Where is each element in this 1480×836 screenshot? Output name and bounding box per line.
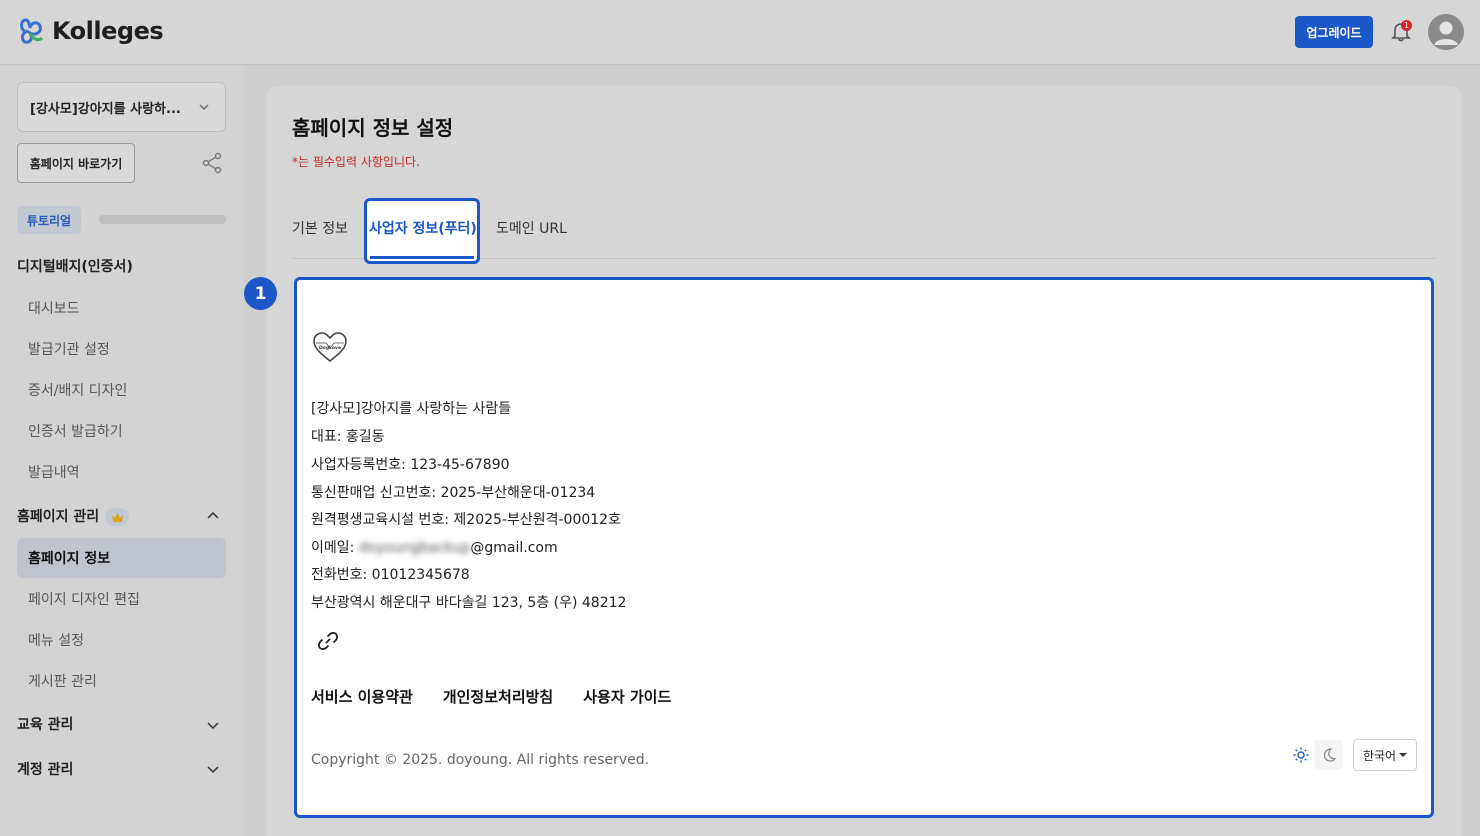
terms-link[interactable]: 서비스 이용약관 [311, 686, 413, 707]
organization-name: [강사모]강아지를 사랑하... [30, 101, 181, 117]
ecommerce-number: 통신판매업 신고번호: 2025-부산해운대-01234 [311, 485, 596, 501]
privacy-policy-link[interactable]: 개인정보처리방침 [443, 686, 553, 707]
copyright: Copyright © 2025. doyoung. All rights re… [311, 752, 650, 768]
tab-domain-url[interactable]: 도메인 URL [496, 218, 567, 238]
section-education-management[interactable]: 교육 관리 [17, 714, 73, 734]
homepage-link-button[interactable]: 홈페이지 바로가기 [17, 143, 135, 183]
share-icon[interactable] [201, 152, 223, 174]
crown-icon [111, 512, 123, 522]
sidebar-item-certificate-design[interactable]: 증서/배지 디자인 [28, 380, 127, 400]
doglove-logo-icon: DogLove [313, 332, 347, 363]
business-number: 사업자등록번호: 123-45-67890 [311, 457, 510, 473]
user-avatar-icon [1428, 14, 1464, 50]
required-note: *는 필수입력 사항입니다. [292, 155, 420, 169]
dark-mode-button[interactable] [1315, 740, 1343, 770]
caret-down-icon [1399, 753, 1408, 757]
sidebar-item-board-management[interactable]: 게시판 관리 [28, 671, 97, 691]
chevron-down-icon[interactable] [205, 761, 221, 777]
user-guide-link[interactable]: 사용자 가이드 [583, 686, 671, 707]
brand-name: Kolleges [52, 17, 164, 45]
sidebar: [강사모]강아지를 사랑하... 홈페이지 바로가기 튜토리얼 디지털배지(인증… [0, 66, 244, 836]
tutorial-progress-bar [99, 215, 226, 224]
sidebar-item-issue-history[interactable]: 발급내역 [28, 462, 80, 482]
language-label: 한국어 [1362, 748, 1397, 763]
organization-select[interactable]: [강사모]강아지를 사랑하... [17, 82, 226, 132]
tutorial-button[interactable]: 튜토리얼 [17, 206, 81, 234]
tab-basic-info[interactable]: 기본 정보 [292, 218, 348, 238]
theme-toggle[interactable] [1287, 740, 1343, 770]
doglove-logo-text: DogLove [319, 345, 341, 351]
sidebar-item-menu-settings[interactable]: 메뉴 설정 [28, 630, 84, 650]
light-mode-button[interactable] [1287, 740, 1315, 770]
notification-badge: 1 [1401, 20, 1412, 31]
tab-business-info[interactable]: 사업자 정보(푸터) [369, 218, 477, 238]
section-account-management[interactable]: 계정 관리 [17, 759, 73, 779]
step-badge: 1 [244, 277, 277, 310]
moon-icon [1323, 748, 1336, 762]
sidebar-item-dashboard[interactable]: 대시보드 [28, 298, 80, 318]
upgrade-button[interactable]: 업그레이드 [1295, 16, 1373, 48]
link-icon[interactable] [317, 630, 339, 652]
page-title: 홈페이지 정보 설정 [292, 116, 454, 140]
section-digital-badge[interactable]: 디지털배지(인증서) [17, 256, 133, 276]
language-select[interactable]: 한국어 [1353, 739, 1417, 771]
sun-icon [1293, 747, 1309, 763]
sidebar-item-homepage-info[interactable]: 홈페이지 정보 [17, 538, 226, 578]
premium-badge [105, 508, 130, 526]
sidebar-item-issue-certificate[interactable]: 인증서 발급하기 [28, 421, 123, 441]
email-label: 이메일: [311, 540, 359, 556]
email: 이메일: doyoungbackup@gmail.com [311, 537, 558, 557]
sidebar-item-issuer-settings[interactable]: 발급기관 설정 [28, 339, 110, 359]
email-domain: @gmail.com [470, 540, 558, 556]
representative: 대표: 홍길동 [311, 429, 385, 445]
section-homepage-management[interactable]: 홈페이지 관리 [17, 506, 130, 526]
section-homepage-label: 홈페이지 관리 [17, 509, 100, 525]
kolleges-logo-icon [20, 18, 44, 44]
footer-preview: DogLove [강사모]강아지를 사랑하는 사람들 대표: 홍길동 사업자등록… [294, 277, 1434, 818]
chevron-down-icon[interactable] [205, 717, 221, 733]
company-name: [강사모]강아지를 사랑하는 사람들 [311, 401, 512, 417]
address: 부산광역시 해운대구 바다솔길 123, 5층 (우) 48212 [311, 595, 627, 611]
top-header: Kolleges 업그레이드 1 [0, 0, 1480, 65]
chevron-down-icon [199, 104, 209, 111]
tab-active-underline [370, 256, 474, 259]
brand-logo[interactable]: Kolleges [18, 16, 164, 46]
avatar[interactable] [1428, 14, 1464, 50]
phone: 전화번호: 01012345678 [311, 567, 470, 583]
email-local-part: doyoungbackup [358, 540, 471, 556]
education-facility-number: 원격평생교육시설 번호: 제2025-부산원격-00012호 [311, 512, 621, 528]
sidebar-item-page-design[interactable]: 페이지 디자인 편집 [28, 589, 140, 609]
chevron-up-icon[interactable] [205, 508, 221, 524]
footer-links: 서비스 이용약관 개인정보처리방침 사용자 가이드 [311, 686, 671, 707]
